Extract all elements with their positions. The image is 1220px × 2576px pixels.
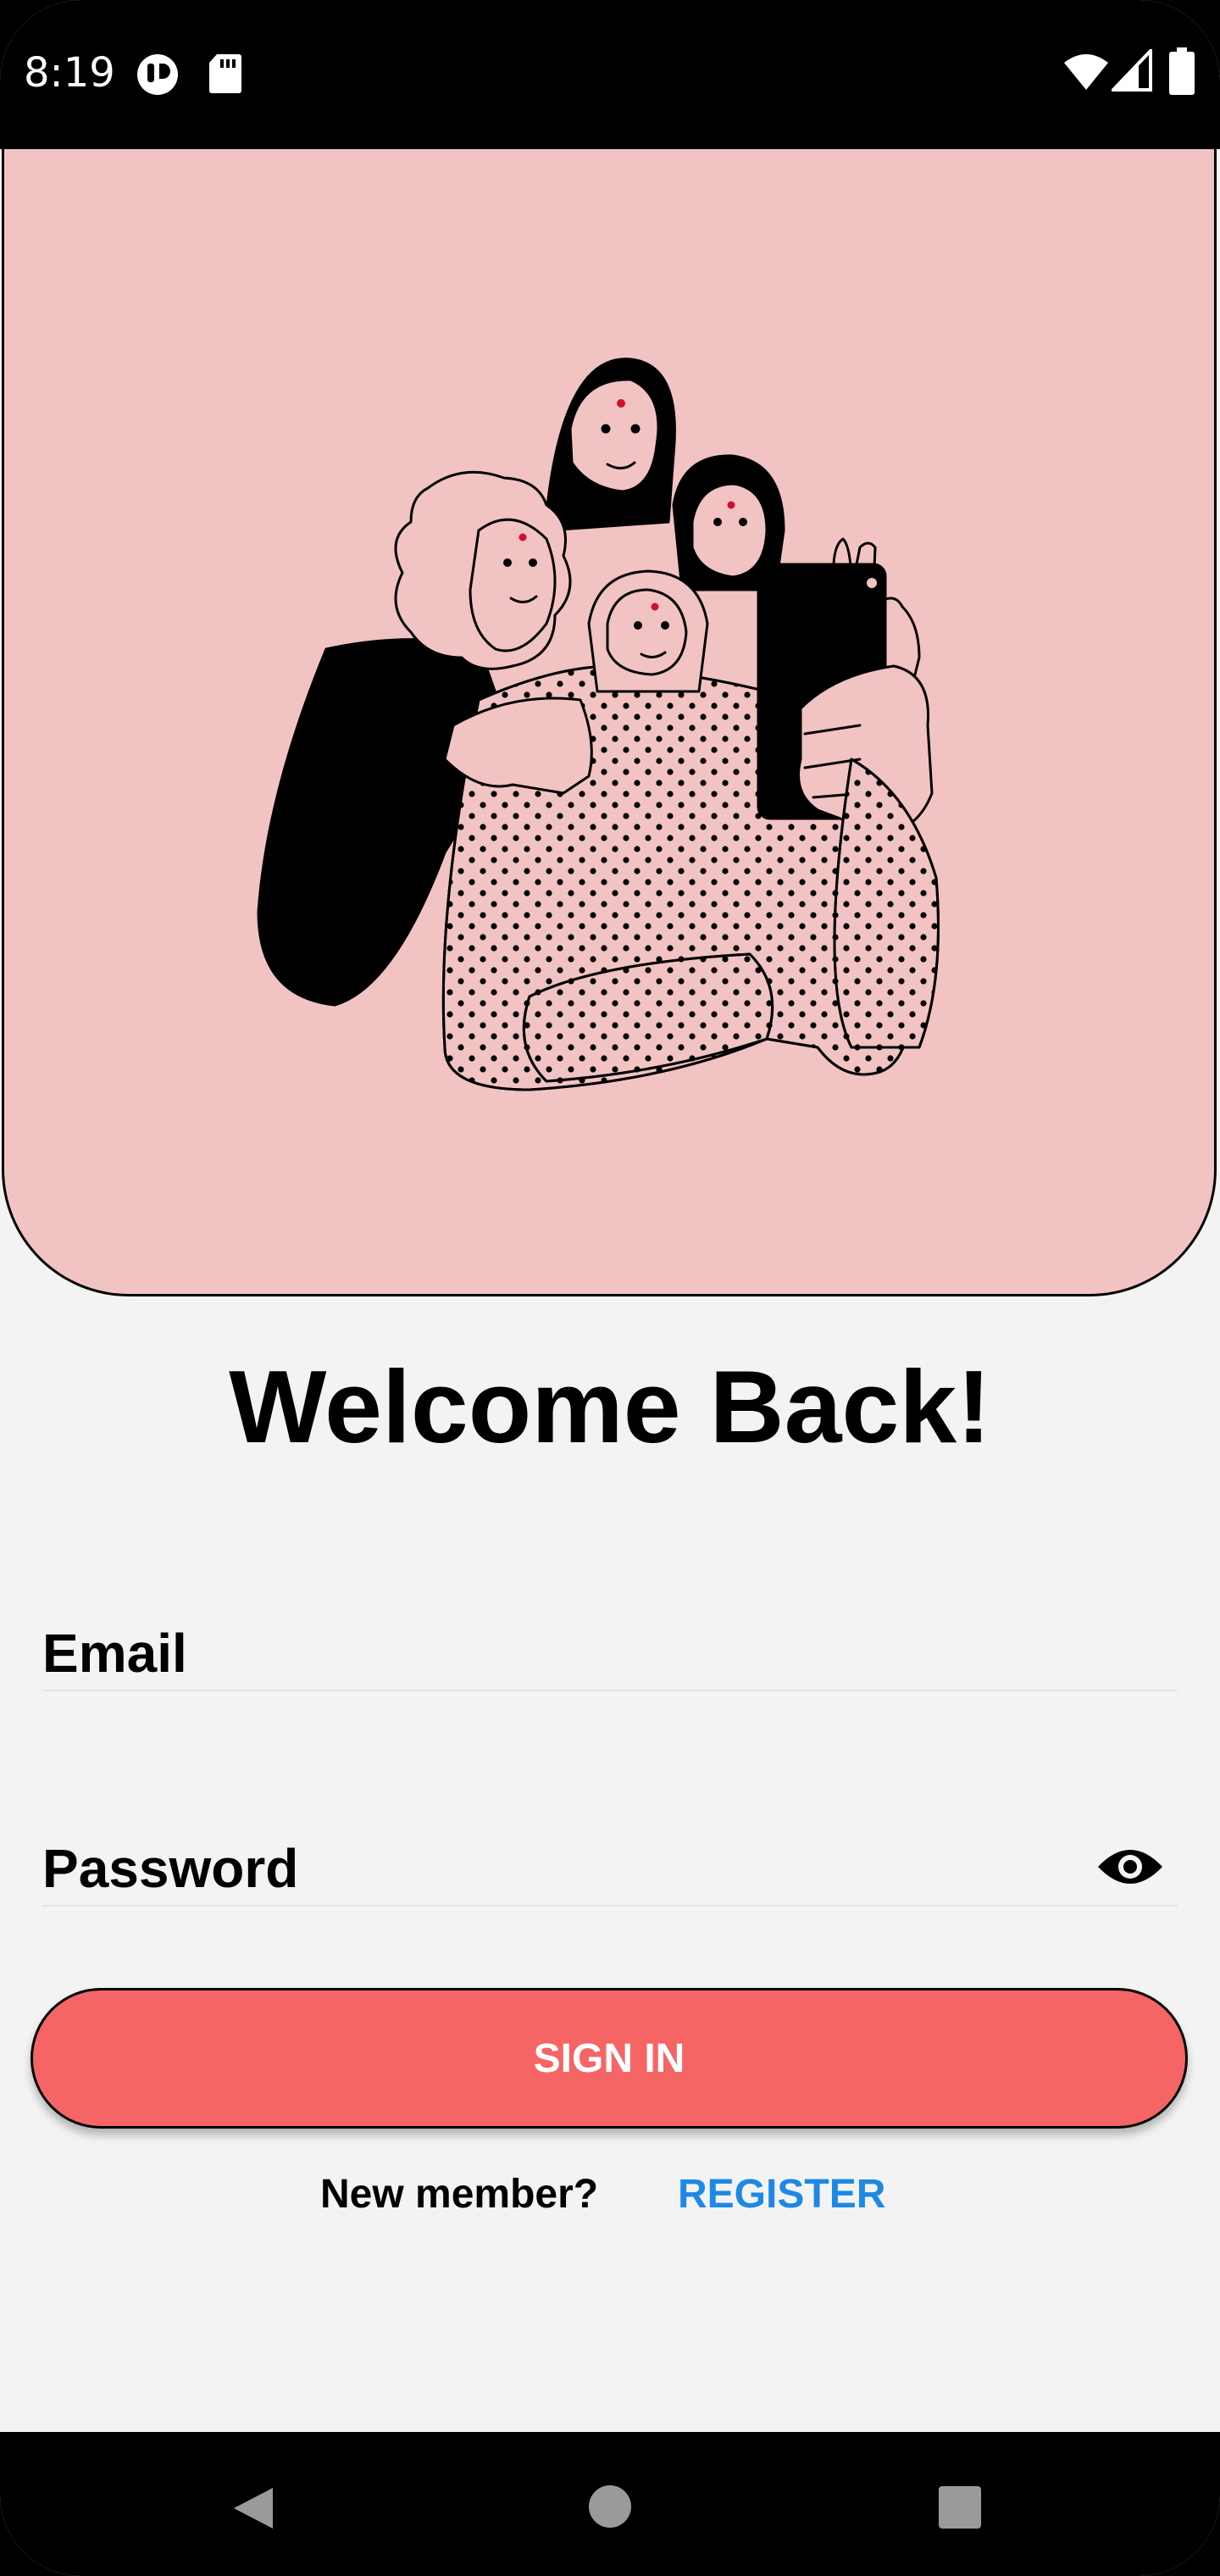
group-selfie-illustration — [257, 358, 940, 1091]
status-bar: 8:19 — [0, 0, 1220, 149]
login-screen: 8:19 Welcome Back! Email Password SIGN I… — [0, 0, 1220, 2576]
recents-icon[interactable] — [939, 2486, 981, 2529]
password-field[interactable]: Password — [42, 1803, 1178, 1907]
navigation-bar — [0, 2432, 1220, 2576]
email-label: Email — [42, 1623, 187, 1684]
back-icon[interactable] — [230, 2484, 276, 2532]
home-icon[interactable] — [588, 2484, 632, 2529]
sd-card-icon — [209, 54, 241, 93]
eye-icon[interactable] — [1096, 1846, 1164, 1888]
new-member-prompt: New member? — [320, 2172, 599, 2217]
sign-in-button[interactable]: SIGN IN — [30, 1988, 1188, 2129]
signal-icon — [1112, 49, 1152, 92]
email-field[interactable]: Email — [42, 1588, 1178, 1691]
page-title: Welcome Back! — [229, 1349, 991, 1464]
wifi-icon — [1064, 54, 1108, 90]
password-label: Password — [42, 1838, 299, 1899]
app-notification-icon — [137, 54, 178, 95]
status-time: 8:19 — [24, 49, 115, 97]
hero-illustration-card — [2, 149, 1217, 1296]
register-row: New member? REGISTER — [0, 2171, 1220, 2222]
register-link[interactable]: REGISTER — [678, 2171, 885, 2218]
sign-in-label: SIGN IN — [533, 2035, 685, 2081]
battery-icon — [1169, 47, 1195, 95]
